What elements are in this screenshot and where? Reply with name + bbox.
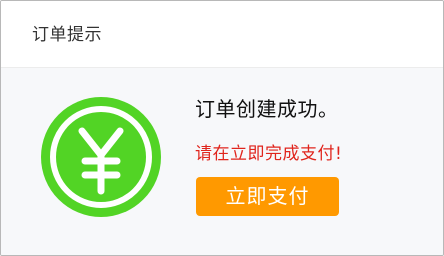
yen-icon	[41, 97, 161, 217]
dialog-body: 订单创建成功。 请在立即完成支付! 立即支付	[1, 68, 443, 255]
dialog-header: 订单提示	[1, 1, 443, 68]
dialog-title: 订单提示	[32, 25, 102, 45]
payment-hint: 请在立即完成支付!	[195, 144, 343, 164]
order-notice-dialog: 订单提示 订单创建成功。 请在立即完成支付! 立即支付	[0, 0, 444, 256]
pay-now-button[interactable]: 立即支付	[196, 177, 339, 216]
success-message: 订单创建成功。	[195, 97, 339, 121]
